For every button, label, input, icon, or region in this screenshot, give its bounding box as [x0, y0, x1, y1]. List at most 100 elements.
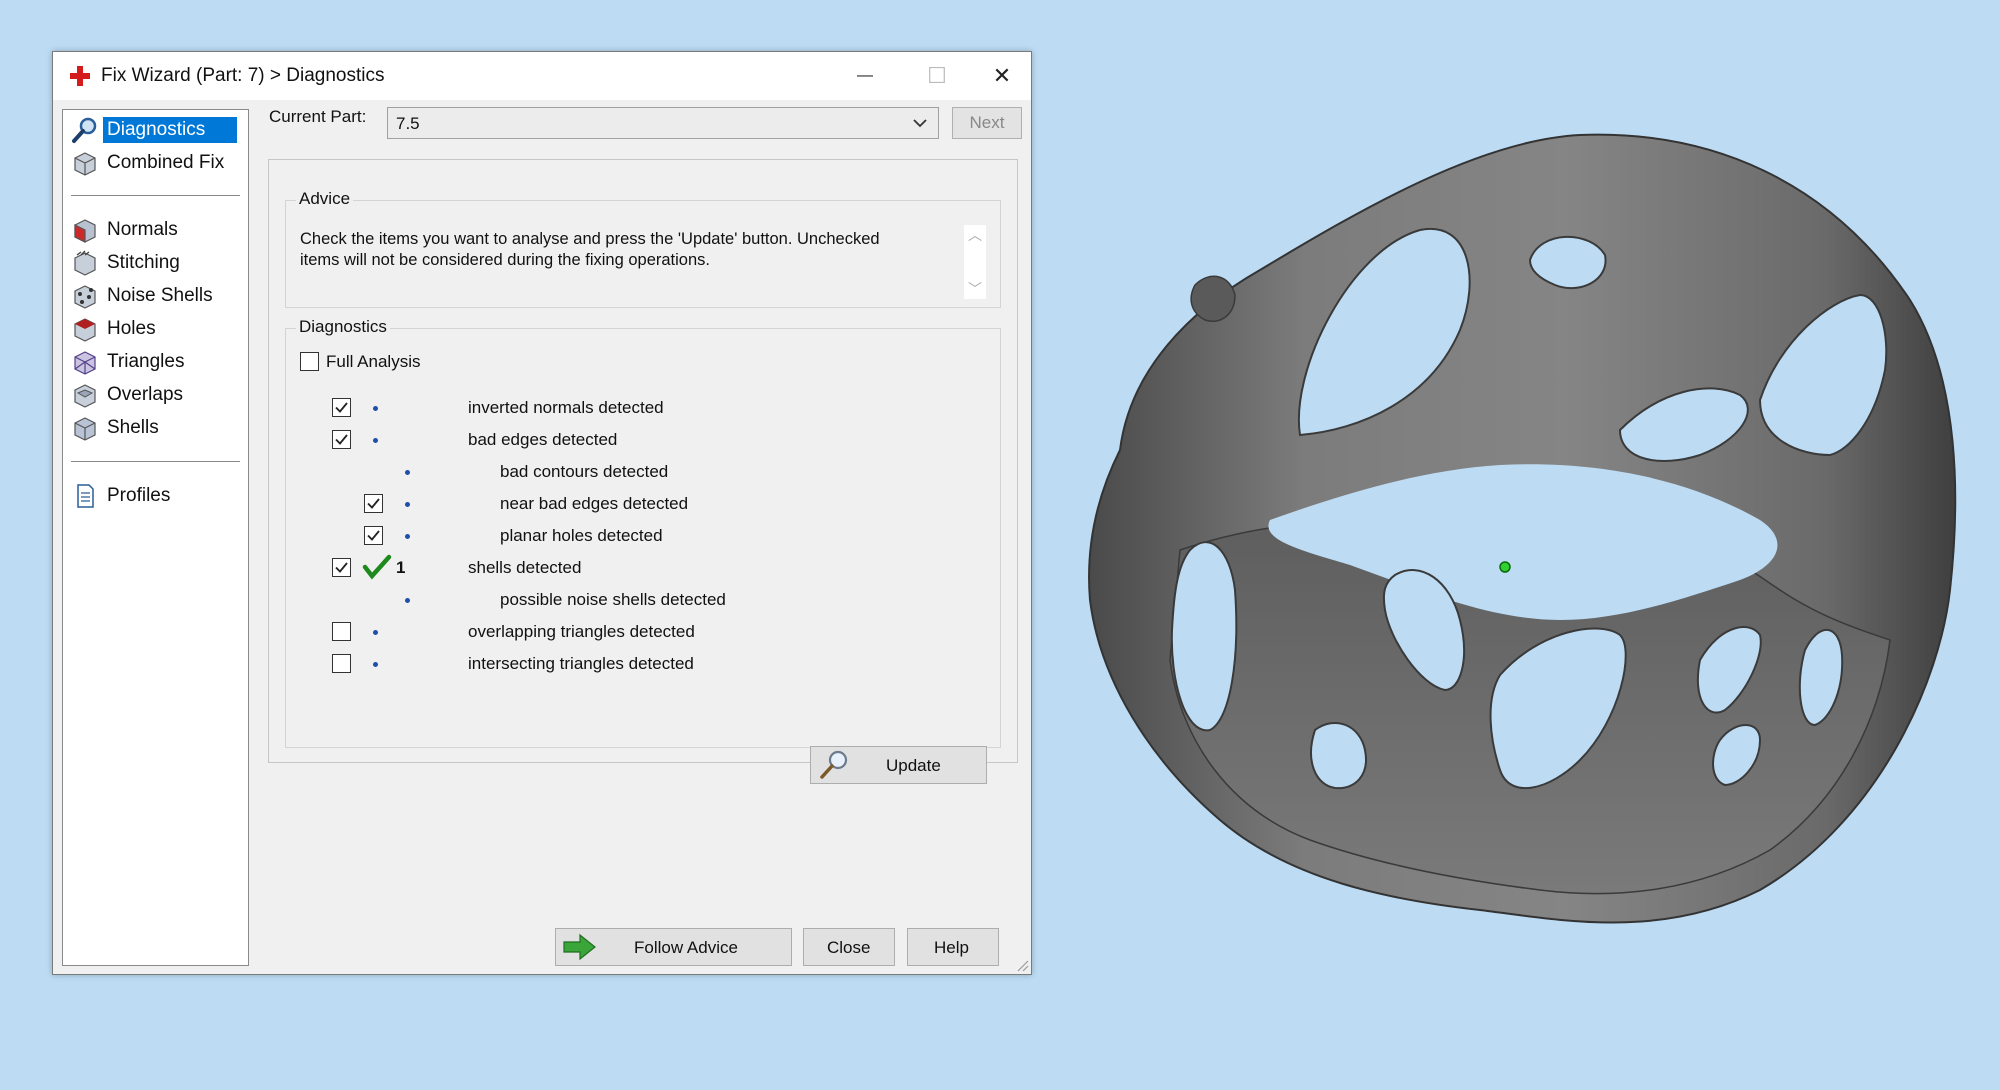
- diagnostic-checkbox[interactable]: [332, 430, 351, 449]
- 3d-model-viewport[interactable]: [1060, 120, 1970, 1020]
- next-button[interactable]: Next: [952, 107, 1022, 139]
- help-button-label: Help: [934, 938, 969, 957]
- cube-dots-icon: [74, 285, 96, 309]
- checkmark-icon: [335, 562, 348, 573]
- scroll-down-icon[interactable]: ﹀: [968, 279, 982, 299]
- close-window-button[interactable]: ✕: [973, 52, 1031, 100]
- diagnostic-label: planar holes detected: [500, 526, 663, 545]
- diagnostic-checkbox[interactable]: [332, 398, 351, 417]
- advice-text: Check the items you want to analyse and …: [300, 229, 954, 271]
- minimize-button[interactable]: —: [829, 52, 901, 100]
- chevron-down-icon: [913, 119, 927, 128]
- sidebar-item-noise-shells[interactable]: Noise Shells: [71, 280, 217, 312]
- checkmark-icon: [367, 498, 380, 509]
- sidebar-item-label: Shells: [107, 417, 159, 438]
- close-button[interactable]: Close: [803, 928, 895, 966]
- diagnostic-label: overlapping triangles detected: [468, 622, 695, 641]
- checkmark-icon: [367, 530, 380, 541]
- next-button-label: Next: [969, 113, 1005, 132]
- cube-icon: [74, 152, 96, 176]
- current-part-value: 7.5: [396, 114, 420, 133]
- checkmark-icon: [335, 402, 348, 413]
- close-icon: ✕: [992, 63, 1012, 88]
- status-dot-icon: [405, 598, 410, 603]
- diagnostic-checkbox[interactable]: [332, 654, 351, 673]
- cube-hole-icon: [74, 318, 96, 342]
- pivot-marker-icon: [1499, 561, 1511, 573]
- sidebar-item-label: Triangles: [107, 351, 185, 372]
- status-dot-icon: [373, 630, 378, 635]
- status-dot-icon: [405, 534, 410, 539]
- sidebar-item-stitching[interactable]: Stitching: [71, 247, 184, 279]
- diagnostic-checkbox[interactable]: [364, 526, 383, 545]
- lattice-ring-model: [1088, 133, 1957, 924]
- follow-advice-label: Follow Advice: [634, 938, 738, 957]
- current-part-dropdown[interactable]: 7.5: [387, 107, 939, 139]
- scroll-up-icon[interactable]: ︿: [968, 225, 982, 245]
- diagnostics-group: Diagnostics Full Analysis inverted normal…: [285, 317, 1001, 748]
- diagnostic-label: bad edges detected: [468, 430, 618, 449]
- full-analysis-label: Full Analysis: [326, 352, 421, 371]
- status-dot-icon: [405, 502, 410, 507]
- ok-checkmark-icon: [362, 554, 392, 580]
- sidebar-item-normals[interactable]: Normals: [71, 214, 182, 246]
- checkmark-icon: [335, 434, 348, 445]
- status-dot-icon: [373, 438, 378, 443]
- sidebar-item-shells[interactable]: Shells: [71, 412, 163, 444]
- follow-advice-button[interactable]: Follow Advice: [555, 928, 792, 966]
- diagnostic-label: bad contours detected: [500, 462, 669, 481]
- red-cross-icon: [70, 66, 90, 86]
- diagnostics-title: Diagnostics: [296, 317, 390, 337]
- sidebar-item-label: Holes: [107, 318, 156, 339]
- status-dot-icon: [373, 406, 378, 411]
- diagnostic-label: shells detected: [468, 558, 582, 577]
- cube-shells-icon: [74, 417, 96, 441]
- sidebar-item-profiles[interactable]: Profiles: [71, 480, 174, 512]
- title-bar[interactable]: Fix Wizard (Part: 7) > Diagnostics — ☐ ✕: [53, 52, 1031, 100]
- sidebar-item-triangles[interactable]: Triangles: [71, 346, 188, 378]
- resize-grip-icon[interactable]: [1013, 956, 1029, 972]
- sidebar-item-label: Combined Fix: [107, 152, 225, 173]
- magnifier-icon: [72, 117, 97, 143]
- sidebar-item-label: Noise Shells: [107, 285, 213, 306]
- sidebar-item-label: Overlaps: [107, 384, 184, 405]
- advice-text-line: items will not be considered during the …: [300, 251, 710, 269]
- cube-stitch-icon: [74, 250, 96, 276]
- window-title: Fix Wizard (Part: 7) > Diagnostics: [101, 65, 385, 86]
- sidebar-item-diagnostics[interactable]: Diagnostics: [71, 114, 237, 146]
- diagnostic-label: possible noise shells detected: [500, 590, 726, 609]
- sidebar-item-label: Diagnostics: [103, 117, 237, 143]
- document-icon: [77, 484, 94, 508]
- status-dot-icon: [373, 662, 378, 667]
- sidebar-item-label: Profiles: [107, 485, 171, 506]
- wizard-sidebar: Diagnostics Combined Fix Normals Stitchi…: [62, 109, 249, 966]
- main-panel: Advice Check the items you want to analy…: [268, 159, 1018, 784]
- sidebar-item-holes[interactable]: Holes: [71, 313, 160, 345]
- update-button-label: Update: [886, 756, 941, 775]
- diagnostic-label: near bad edges detected: [500, 494, 689, 513]
- sidebar-item-combined-fix[interactable]: Combined Fix: [71, 147, 228, 179]
- maximize-icon: ☐: [927, 63, 947, 88]
- diagnostic-count: 1: [396, 558, 406, 577]
- sidebar-divider: [71, 195, 240, 197]
- minimize-icon: —: [857, 67, 873, 84]
- close-button-label: Close: [827, 938, 871, 957]
- sidebar-item-label: Normals: [107, 219, 178, 240]
- status-dot-icon: [405, 470, 410, 475]
- maximize-button[interactable]: ☐: [901, 52, 973, 100]
- sidebar-item-overlaps[interactable]: Overlaps: [71, 379, 187, 411]
- diagnostic-checkbox[interactable]: [332, 558, 351, 577]
- diagnostic-checkbox[interactable]: [364, 494, 383, 513]
- advice-text-line: Check the items you want to analyse and …: [300, 230, 880, 248]
- diagnostic-checkbox[interactable]: [332, 622, 351, 641]
- cube-red-face-icon: [74, 219, 96, 243]
- help-button[interactable]: Help: [907, 928, 999, 966]
- sidebar-item-label: Stitching: [107, 252, 180, 273]
- full-analysis-checkbox[interactable]: [300, 352, 319, 371]
- advice-scrollbar[interactable]: ︿ ﹀: [964, 225, 986, 299]
- cube-triangles-icon: [74, 351, 96, 375]
- update-button[interactable]: Update: [810, 746, 987, 784]
- sidebar-divider: [71, 461, 240, 463]
- advice-group: Advice Check the items you want to analy…: [285, 189, 1001, 308]
- cube-overlap-icon: [74, 384, 96, 408]
